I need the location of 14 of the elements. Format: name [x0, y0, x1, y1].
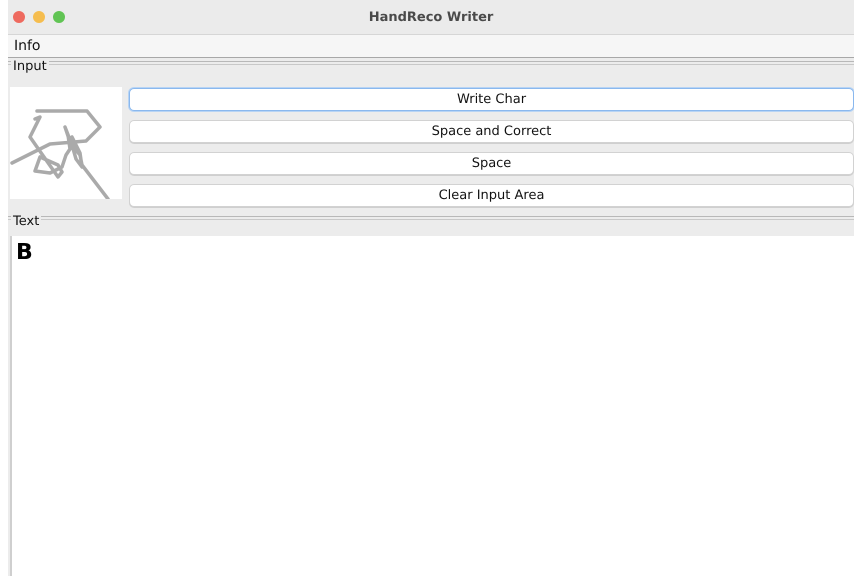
drawing-canvas[interactable]	[10, 87, 122, 199]
action-button[interactable]: Write Char	[129, 88, 854, 111]
text-area[interactable]: B	[10, 236, 854, 576]
action-button[interactable]: Clear Input Area	[129, 184, 854, 207]
close-icon[interactable]	[13, 11, 25, 23]
menu-item[interactable]: Info	[8, 38, 40, 54]
text-content: B	[16, 240, 33, 265]
action-button[interactable]: Space	[129, 152, 854, 175]
action-button[interactable]: Space and Correct	[129, 120, 854, 143]
section-title: Input	[11, 58, 49, 74]
window-title: HandReco Writer	[368, 10, 494, 24]
section-title: Text	[11, 214, 42, 228]
minimize-icon[interactable]	[33, 11, 45, 23]
zoom-icon[interactable]	[53, 11, 65, 23]
